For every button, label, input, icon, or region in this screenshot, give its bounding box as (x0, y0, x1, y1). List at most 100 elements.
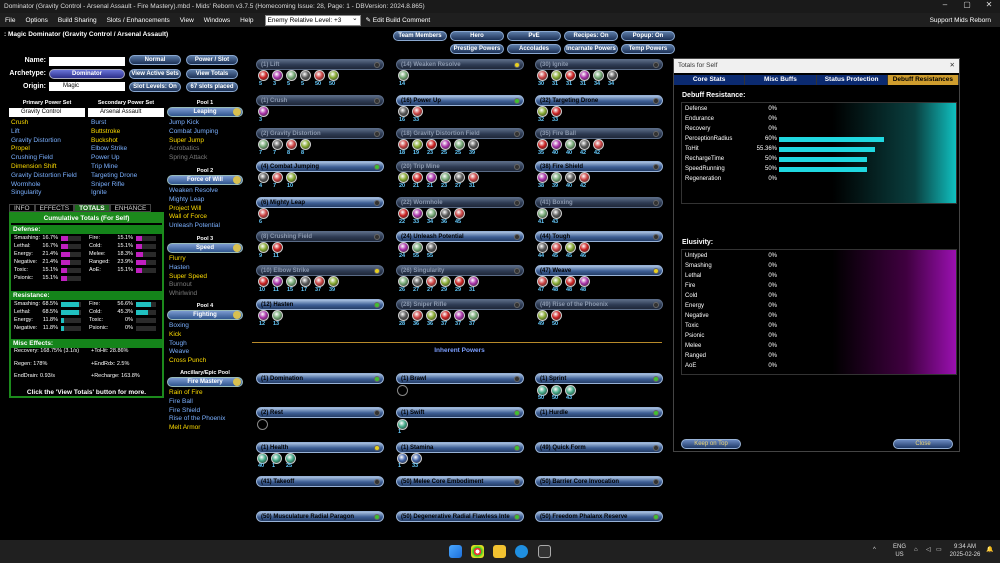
power-burst[interactable]: Burst (91, 119, 137, 128)
enhancement-icon[interactable] (398, 139, 409, 150)
primary-select[interactable]: Gravity Control (9, 108, 85, 117)
power-slot-bar[interactable]: (20) Trip Mine (396, 161, 524, 172)
pool-power[interactable]: Wall of Force (169, 213, 243, 222)
enhancement-icon[interactable] (286, 139, 297, 150)
enhancement-icon[interactable] (565, 242, 576, 253)
power-slot-bar[interactable]: (47) Weave (535, 265, 663, 276)
enhancement-icon[interactable] (300, 276, 311, 287)
pool-power[interactable]: Super Speed (169, 273, 243, 282)
pve-button[interactable]: PvE (507, 31, 561, 41)
enhancement-icon[interactable] (314, 276, 325, 287)
enhancement-icon[interactable] (412, 208, 423, 219)
enhancement-icon[interactable] (593, 139, 604, 150)
enhancement-icon[interactable] (579, 242, 590, 253)
enhancement-icon[interactable] (272, 70, 283, 81)
enhancement-icon[interactable] (551, 70, 562, 81)
enhancement-icon[interactable] (440, 172, 451, 183)
power-trip-mine[interactable]: Trip Mine (91, 163, 137, 172)
incarnate-powers-button[interactable]: Incarnate Powers (564, 44, 618, 54)
inherent-power-bar[interactable]: (50) Musculature Radial Paragon (256, 511, 384, 522)
inherent-power-bar[interactable]: (50) Melee Core Embodiment (396, 476, 524, 487)
pool-power[interactable]: Boxing (169, 322, 243, 331)
power-slot-bar[interactable]: (32) Targeting Drone (535, 95, 663, 106)
close-icon[interactable]: ✕ (950, 59, 955, 73)
menu-options[interactable]: Options (20, 17, 52, 24)
enhancement-icon[interactable] (286, 70, 297, 81)
enhancement-icon[interactable] (286, 276, 297, 287)
menu-view[interactable]: View (175, 17, 199, 24)
pool-power[interactable]: Tough (169, 340, 243, 349)
enhancement-icon[interactable] (258, 276, 269, 287)
enhancement-icon[interactable] (537, 276, 548, 287)
power-gravity-distortion[interactable]: Gravity Distortion (11, 137, 77, 146)
enhancement-icon[interactable] (593, 70, 604, 81)
prestige-powers-button[interactable]: Prestige Powers (450, 44, 504, 54)
tab-effects[interactable]: EFFECTS (34, 204, 75, 212)
origin-select[interactable]: Magic (49, 82, 125, 91)
chrome-icon[interactable] (471, 545, 484, 558)
enhancement-icon[interactable] (272, 276, 283, 287)
inherent-power-bar[interactable]: (1) Hurdle (535, 407, 663, 418)
inherent-power-bar[interactable]: (50) Freedom Phalanx Reserve (535, 511, 663, 522)
enhancement-icon[interactable] (551, 276, 562, 287)
enhancement-icon[interactable] (258, 139, 269, 150)
close-icon[interactable]: ✕ (978, 0, 1000, 13)
recipes-button[interactable]: Recipes: On (564, 31, 618, 41)
power-slot-bar[interactable]: (49) Rise of the Phoenix (535, 299, 663, 310)
menu-help[interactable]: Help (235, 17, 258, 24)
enhancement-icon[interactable] (454, 208, 465, 219)
enhancement-icon[interactable] (551, 242, 562, 253)
power-slot-button[interactable]: Power / Slot (186, 55, 238, 65)
power-slot-bar[interactable]: (18) Gravity Distortion Field (396, 128, 524, 139)
menu-build-sharing[interactable]: Build Sharing (53, 17, 102, 24)
enhancement-icon[interactable] (565, 139, 576, 150)
power-wormhole[interactable]: Wormhole (11, 181, 77, 190)
enhancement-icon[interactable] (328, 276, 339, 287)
pool-power[interactable]: Kick (169, 331, 243, 340)
enhancement-icon[interactable] (272, 310, 283, 321)
clock[interactable]: 9:34 AM 2025-02-26 (947, 543, 983, 559)
power-slot-bar[interactable]: (16) Power Up (396, 95, 524, 106)
pool-power[interactable]: Rain of Fire (169, 389, 243, 398)
keep-on-top-button[interactable]: Keep on Top (681, 439, 741, 449)
enhancement-icon[interactable] (412, 106, 423, 117)
mids-reborn-icon[interactable] (538, 545, 551, 558)
enhancement-icon[interactable] (537, 139, 548, 150)
hero-button[interactable]: Hero (450, 31, 504, 41)
inherent-power-bar[interactable]: (1) Sprint (535, 373, 663, 384)
power-sniper-rifle[interactable]: Sniper Rifle (91, 181, 137, 190)
power-buckshot[interactable]: Buckshot (91, 137, 137, 146)
enemy-level-select[interactable]: Enemy Relative Level: +3 (264, 14, 361, 26)
tab-debuff-resistances[interactable]: Debuff Resistances (887, 75, 959, 85)
enhancement-icon[interactable] (537, 106, 548, 117)
power-slot-bar[interactable]: (38) Fire Shield (535, 161, 663, 172)
pool-select[interactable]: Fire Mastery (167, 377, 243, 387)
brawl-empty-slot-icon[interactable] (397, 385, 408, 396)
enhancement-icon[interactable] (565, 70, 576, 81)
enhancement-icon[interactable] (579, 172, 590, 183)
power-slot-bar[interactable]: (24) Unleash Potential (396, 231, 524, 242)
archetype-select[interactable]: Dominator (49, 69, 125, 79)
enhancement-icon[interactable] (398, 310, 409, 321)
edit-comment-button[interactable]: ✎ Edit Build Comment (361, 16, 436, 24)
enhancement-icon[interactable] (412, 172, 423, 183)
team-members-button[interactable]: Team Members (393, 31, 447, 41)
power-slot-bar[interactable]: (14) Weaken Resolve (396, 59, 524, 70)
pool-power[interactable]: Weaken Resolve (169, 187, 243, 196)
enhancement-icon[interactable] (426, 276, 437, 287)
pool-power[interactable]: Fire Ball (169, 398, 243, 407)
enhancement-icon[interactable] (258, 106, 269, 117)
language-indicator[interactable]: ENG US (893, 543, 906, 559)
enhancement-icon[interactable] (579, 70, 590, 81)
power-slot-bar[interactable]: (8) Crushing Field (256, 231, 384, 242)
enhancement-icon[interactable] (468, 310, 479, 321)
edge-icon[interactable] (515, 545, 528, 558)
power-slot-bar[interactable]: (12) Hasten (256, 299, 384, 310)
secondary-select[interactable]: Arsenal Assault (88, 108, 164, 117)
enhancement-icon[interactable] (272, 172, 283, 183)
enhancement-icon[interactable] (398, 242, 409, 253)
view-totals-button[interactable]: View Totals (186, 69, 238, 79)
tab-info[interactable]: INFO (9, 204, 35, 212)
enhancement-icon[interactable] (551, 208, 562, 219)
enhancement-icon[interactable] (537, 242, 548, 253)
